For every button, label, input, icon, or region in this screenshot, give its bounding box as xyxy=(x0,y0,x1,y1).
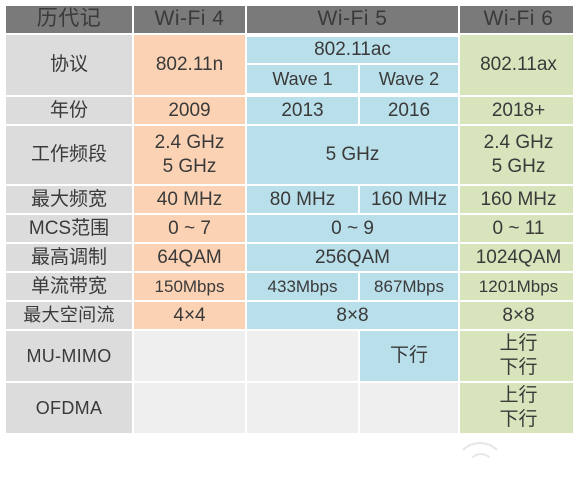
cell-ofdma-wifi6-line1: 上行 xyxy=(499,385,538,407)
cell-bandwidth-wave1: 80 MHz xyxy=(247,186,358,213)
cell-year-wave2: 2016 xyxy=(360,97,458,124)
cell-year-wifi6: 2018+ xyxy=(460,97,573,124)
cell-mu-mimo-wifi6-line1: 上行 xyxy=(499,333,538,355)
cell-mu-mimo-wifi6: 上行 下行 xyxy=(460,331,573,381)
table-row-mcs: MCS范围 0 ~ 7 0 ~ 9 0 ~ 11 xyxy=(6,215,573,242)
cell-ofdma-wifi4 xyxy=(134,383,245,433)
table-row-bandwidth: 最大频宽 40 MHz 80 MHz 160 MHz 160 MHz xyxy=(6,186,573,213)
table-row-spatial-streams: 最大空间流 4×4 8×8 8×8 xyxy=(6,302,573,329)
cell-stream-rate-wifi6: 1201Mbps xyxy=(460,273,573,300)
cell-modulation-wifi6: 1024QAM xyxy=(460,244,573,271)
cell-mu-mimo-wifi4 xyxy=(134,331,245,381)
cell-bandwidth-wifi4: 40 MHz xyxy=(134,186,245,213)
protocol-ac-row: 802.11ac xyxy=(247,37,458,63)
cell-spatial-streams-wifi6: 8×8 xyxy=(460,302,573,329)
row-label-bandwidth: 最大频宽 xyxy=(6,186,132,213)
cell-stream-rate-wave2: 867Mbps xyxy=(360,273,458,300)
cell-year-wave1: 2013 xyxy=(247,97,358,124)
cell-stream-rate-wifi4: 150Mbps xyxy=(134,273,245,300)
cell-ofdma-wave2 xyxy=(360,383,458,433)
row-label-year: 年份 xyxy=(6,97,132,124)
cell-mcs-wifi6: 0 ~ 11 xyxy=(460,215,573,242)
cell-mu-mimo-wifi6-line2: 下行 xyxy=(499,357,538,378)
cell-spatial-streams-wifi5: 8×8 xyxy=(247,302,458,329)
table-row-ofdma: OFDMA 上行 下行 xyxy=(6,383,573,433)
header-cell-generation: 历代记 xyxy=(6,6,132,33)
cell-mu-mimo-wave1 xyxy=(247,331,358,381)
row-label-ofdma: OFDMA xyxy=(6,383,132,433)
cell-mu-mimo-wave2: 下行 xyxy=(360,331,458,381)
row-label-spatial-streams: 最大空间流 xyxy=(6,302,132,329)
protocol-wave-row: Wave 1 Wave 2 xyxy=(247,65,458,93)
header-cell-wifi4: Wi-Fi 4 xyxy=(134,6,245,33)
table-row-year: 年份 2009 2013 2016 2018+ xyxy=(6,97,573,124)
cell-band-wifi4: 2.4 GHz 5 GHz xyxy=(134,126,245,184)
cell-band-wifi6-line2: 5 GHz xyxy=(491,156,546,177)
cell-protocol-wifi5-group: 802.11ac Wave 1 Wave 2 xyxy=(247,35,458,95)
cell-mcs-wifi4: 0 ~ 7 xyxy=(134,215,245,242)
row-label-mcs: MCS范围 xyxy=(6,215,132,242)
cell-band-wifi5: 5 GHz xyxy=(247,126,458,184)
cell-protocol-wifi6: 802.11ax xyxy=(460,35,573,95)
wifi-watermark-icon xyxy=(455,442,505,470)
table-row-band: 工作频段 2.4 GHz 5 GHz 5 GHz 2.4 GHz 5 GHz xyxy=(6,126,573,184)
protocol-wave-split: 802.11ac Wave 1 Wave 2 xyxy=(247,35,458,95)
header-cell-wifi5: Wi-Fi 5 xyxy=(247,6,458,33)
row-label-modulation: 最高调制 xyxy=(6,244,132,271)
table-row-stream-rate: 单流带宽 150Mbps 433Mbps 867Mbps 1201Mbps xyxy=(6,273,573,300)
table-row-protocol: 协议 802.11n 802.11ac Wave 1 Wave 2 802.11… xyxy=(6,35,573,95)
row-label-band: 工作频段 xyxy=(6,126,132,184)
row-label-mu-mimo: MU-MIMO xyxy=(6,331,132,381)
cell-band-wifi4-line2: 5 GHz xyxy=(162,156,217,177)
cell-stream-rate-wave1: 433Mbps xyxy=(247,273,358,300)
cell-ofdma-wifi6-line2: 下行 xyxy=(499,409,538,430)
cell-ofdma-wifi6: 上行 下行 xyxy=(460,383,573,433)
cell-band-wifi6: 2.4 GHz 5 GHz xyxy=(460,126,573,184)
table-row-mu-mimo: MU-MIMO 下行 上行 下行 xyxy=(6,331,573,381)
cell-protocol-80211ac: 802.11ac xyxy=(247,37,458,63)
cell-protocol-wifi4: 802.11n xyxy=(134,35,245,95)
table-row-modulation: 最高调制 64QAM 256QAM 1024QAM xyxy=(6,244,573,271)
cell-spatial-streams-wifi4: 4×4 xyxy=(134,302,245,329)
table-header-row: 历代记 Wi-Fi 4 Wi-Fi 5 Wi-Fi 6 xyxy=(6,6,573,33)
cell-modulation-wifi4: 64QAM xyxy=(134,244,245,271)
cell-bandwidth-wifi6: 160 MHz xyxy=(460,186,573,213)
wifi-generation-comparison-table: 历代记 Wi-Fi 4 Wi-Fi 5 Wi-Fi 6 协议 802.11n 8… xyxy=(4,4,573,435)
header-cell-wifi6: Wi-Fi 6 xyxy=(460,6,573,33)
cell-year-wifi4: 2009 xyxy=(134,97,245,124)
row-label-protocol: 协议 xyxy=(6,35,132,95)
row-label-stream-rate: 单流带宽 xyxy=(6,273,132,300)
cell-protocol-wave2: Wave 2 xyxy=(360,65,458,93)
cell-band-wifi4-line1: 2.4 GHz xyxy=(154,132,225,154)
cell-bandwidth-wave2: 160 MHz xyxy=(360,186,458,213)
cell-modulation-wifi5: 256QAM xyxy=(247,244,458,271)
cell-band-wifi6-line1: 2.4 GHz xyxy=(483,132,554,154)
cell-protocol-wave1: Wave 1 xyxy=(247,65,360,93)
cell-ofdma-wave1 xyxy=(247,383,358,433)
cell-mcs-wifi5: 0 ~ 9 xyxy=(247,215,458,242)
